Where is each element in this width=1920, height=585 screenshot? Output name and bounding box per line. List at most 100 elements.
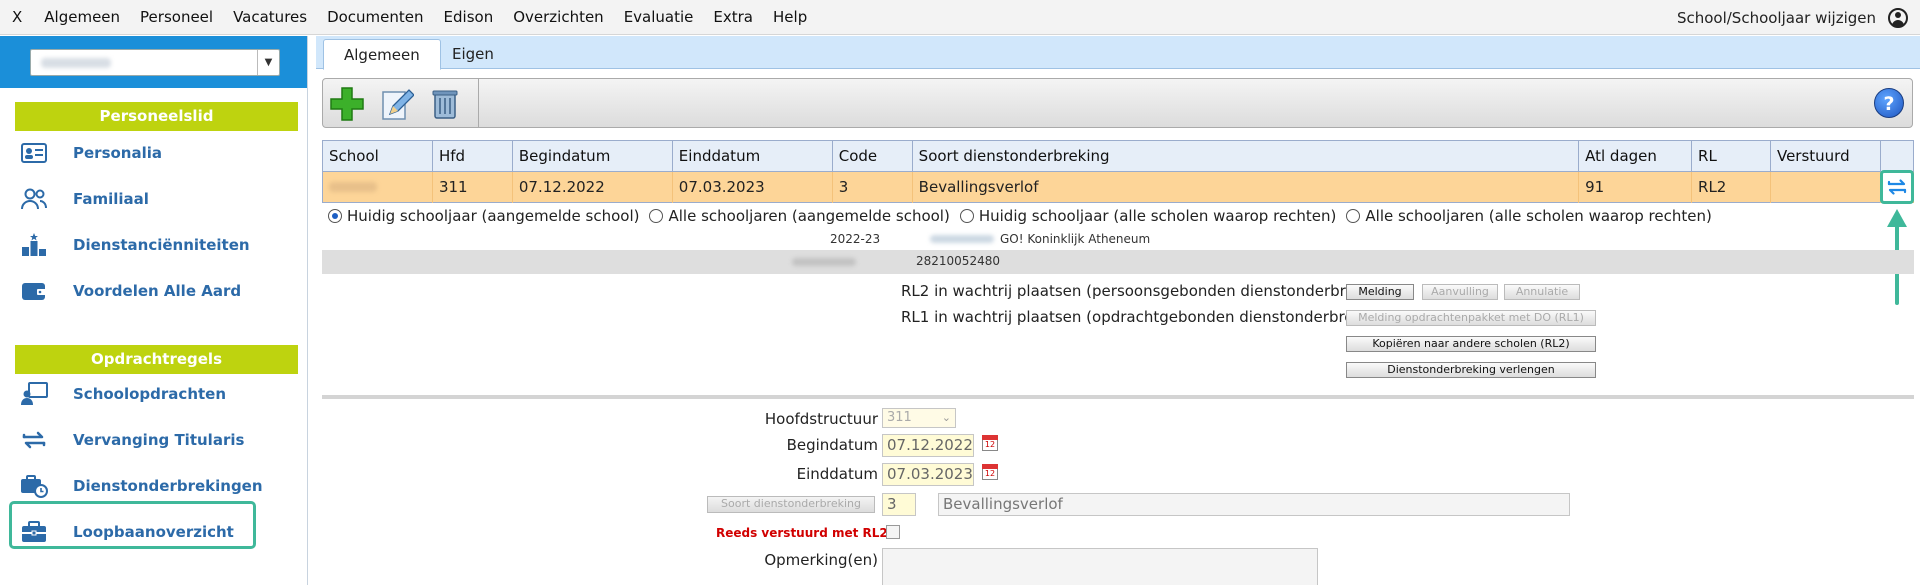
sidebar-item-voordelen[interactable]: Voordelen Alle Aard (15, 272, 295, 310)
melding-pakket-button[interactable]: Melding opdrachtenpakket met DO (RL1) (1346, 310, 1596, 326)
opmerking-textarea[interactable] (882, 548, 1318, 585)
schooljaar-value: 2022-23 (830, 232, 881, 246)
menu-edison[interactable]: Edison (434, 8, 504, 26)
id-card-icon (19, 140, 49, 166)
person-select[interactable]: ▼ (30, 49, 280, 76)
annulatie-button[interactable]: Annulatie (1504, 284, 1580, 300)
sidebar-item-label: Schoolopdrachten (73, 385, 227, 403)
col-soort[interactable]: Soort dienstonderbreking (912, 140, 1580, 172)
radio-indicator[interactable] (328, 209, 342, 223)
aanvulling-button[interactable]: Aanvulling (1422, 284, 1498, 300)
hoofdstructuur-label: Hoofdstructuur (764, 410, 878, 428)
trash-bin-icon (432, 90, 458, 119)
sidebar-item-familiaal[interactable]: Familiaal (15, 180, 295, 218)
people-icon (19, 186, 49, 212)
menu-vacatures[interactable]: Vacatures (223, 8, 317, 26)
col-actions (1880, 140, 1915, 172)
sidebar-item-dienstonderbrekingen[interactable]: Dienstonderbrekingen (15, 467, 295, 505)
sidebar-item-label: Dienstanciënniteiten (73, 236, 250, 254)
menu-documenten[interactable]: Documenten (317, 8, 433, 26)
verstuurd-rl2-label: Reeds verstuurd met RL2 (716, 526, 888, 540)
col-school[interactable]: School (322, 140, 433, 172)
help-icon[interactable]: ? (1874, 88, 1904, 118)
tab-eigen[interactable]: Eigen (432, 39, 514, 69)
menu-evaluatie[interactable]: Evaluatie (614, 8, 704, 26)
sidebar-item-label: Personalia (73, 144, 163, 162)
cell-school (322, 171, 433, 203)
person-name-redacted (792, 258, 856, 266)
convert-button[interactable] (1880, 170, 1914, 204)
sidebar-item-label: Vervanging Titularis (73, 431, 245, 449)
cell-atl-dagen: 91 (1578, 171, 1693, 203)
add-button[interactable] (327, 85, 367, 123)
sidebar-item-label: Dienstonderbrekingen (73, 477, 263, 495)
verstuurd-checkbox[interactable] (886, 525, 900, 539)
dienstonderbrekingen-table: School Hfd Begindatum Einddatum Code Soo… (322, 140, 1915, 203)
einddatum-input[interactable]: 07.03.2023 (882, 463, 974, 486)
radio-indicator[interactable] (959, 209, 974, 223)
teacher-board-icon (19, 381, 49, 407)
soort-text-field: Bevallingsverlof (938, 493, 1570, 516)
person-select-value-redacted (41, 58, 111, 68)
edit-button[interactable] (377, 85, 417, 123)
plus-icon (330, 87, 364, 121)
col-rl[interactable]: RL (1691, 140, 1771, 172)
col-begindatum[interactable]: Begindatum (512, 140, 673, 172)
chevron-down-icon: ⌄ (941, 411, 951, 424)
section-divider (322, 395, 1914, 399)
verlengen-button[interactable]: Dienstonderbreking verlengen (1346, 362, 1596, 378)
cell-code: 3 (832, 171, 913, 203)
radio-indicator[interactable] (1346, 209, 1361, 223)
user-icon[interactable] (1888, 7, 1908, 28)
cell-einddatum: 07.03.2023 (672, 171, 833, 203)
radio-alle-aangemeld[interactable]: Alle schooljaren (aangemelde school) (649, 207, 950, 225)
sidebar-item-schoolopdrachten[interactable]: Schoolopdrachten (15, 375, 295, 413)
school-year-change-link[interactable]: School/Schooljaar wijzigen (1677, 9, 1876, 27)
hoofdstructuur-select[interactable]: 311 ⌄ (882, 408, 956, 428)
highlight-dienstonderbrekingen (9, 501, 256, 549)
menu-overzichten[interactable]: Overzichten (503, 8, 614, 26)
col-hfd[interactable]: Hfd (432, 140, 513, 172)
cell-verstuurd (1770, 171, 1881, 203)
menu-help[interactable]: Help (763, 8, 817, 26)
einddatum-label: Einddatum (796, 465, 878, 483)
menu-algemeen[interactable]: Algemeen (34, 8, 130, 26)
chevron-down-icon[interactable]: ▼ (257, 50, 279, 75)
soort-code-input[interactable]: 3 (882, 493, 916, 516)
menu-personeel[interactable]: Personeel (130, 8, 223, 26)
delete-button[interactable] (425, 85, 465, 123)
begindatum-label: Begindatum (786, 436, 878, 454)
col-code[interactable]: Code (832, 140, 913, 172)
melding-button[interactable]: Melding (1346, 284, 1414, 300)
ranking-icon (19, 232, 49, 258)
table-row[interactable]: 311 07.12.2022 07.03.2023 3 Bevallingsve… (322, 171, 1915, 203)
radio-huidig-alle-scholen[interactable]: Huidig schooljaar (alle scholen waarop r… (959, 207, 1336, 225)
cell-hfd: 311 (432, 171, 513, 203)
col-atl-dagen[interactable]: Atl dagen (1578, 140, 1693, 172)
sidebar-item-personalia[interactable]: Personalia (15, 134, 295, 172)
radio-huidig-aangemeld[interactable]: Huidig schooljaar (aangemelde school) (328, 207, 639, 225)
toolbar: ? (322, 78, 1913, 128)
section-opdrachtregels: Opdrachtregels (15, 345, 298, 374)
person-number: 28210052480 (916, 254, 1000, 268)
begindatum-input[interactable]: 07.12.2022 (882, 434, 974, 457)
tab-algemeen[interactable]: Algemeen (323, 39, 441, 70)
calendar-icon[interactable]: 12 (982, 464, 998, 480)
radio-alle-alle-scholen[interactable]: Alle schooljaren (alle scholen waarop re… (1346, 207, 1712, 225)
menu-close[interactable]: X (0, 8, 34, 26)
radio-indicator[interactable] (649, 209, 664, 223)
soort-dienstonderbreking-button[interactable]: Soort dienstonderbreking (707, 496, 875, 513)
col-verstuurd[interactable]: Verstuurd (1770, 140, 1881, 172)
rl2-label: RL2 in wachtrij plaatsen (persoonsgebond… (901, 282, 1393, 300)
menu-right: School/Schooljaar wijzigen (1677, 0, 1908, 35)
sidebar-item-vervanging[interactable]: Vervanging Titularis (15, 421, 295, 459)
sidebar-item-dienstancienniteiten[interactable]: Dienstanciënniteiten (15, 226, 295, 264)
col-einddatum[interactable]: Einddatum (672, 140, 833, 172)
menu-extra[interactable]: Extra (703, 8, 763, 26)
calendar-icon[interactable]: 12 (982, 435, 998, 451)
kopieren-button[interactable]: Kopiëren naar andere scholen (RL2) (1346, 336, 1596, 352)
toolbar-separator (478, 79, 479, 127)
briefcase-clock-icon (19, 473, 49, 499)
rl1-label: RL1 in wachtrij plaatsen (opdrachtgebond… (901, 308, 1392, 326)
cell-soort: Bevallingsverlof (912, 171, 1580, 203)
